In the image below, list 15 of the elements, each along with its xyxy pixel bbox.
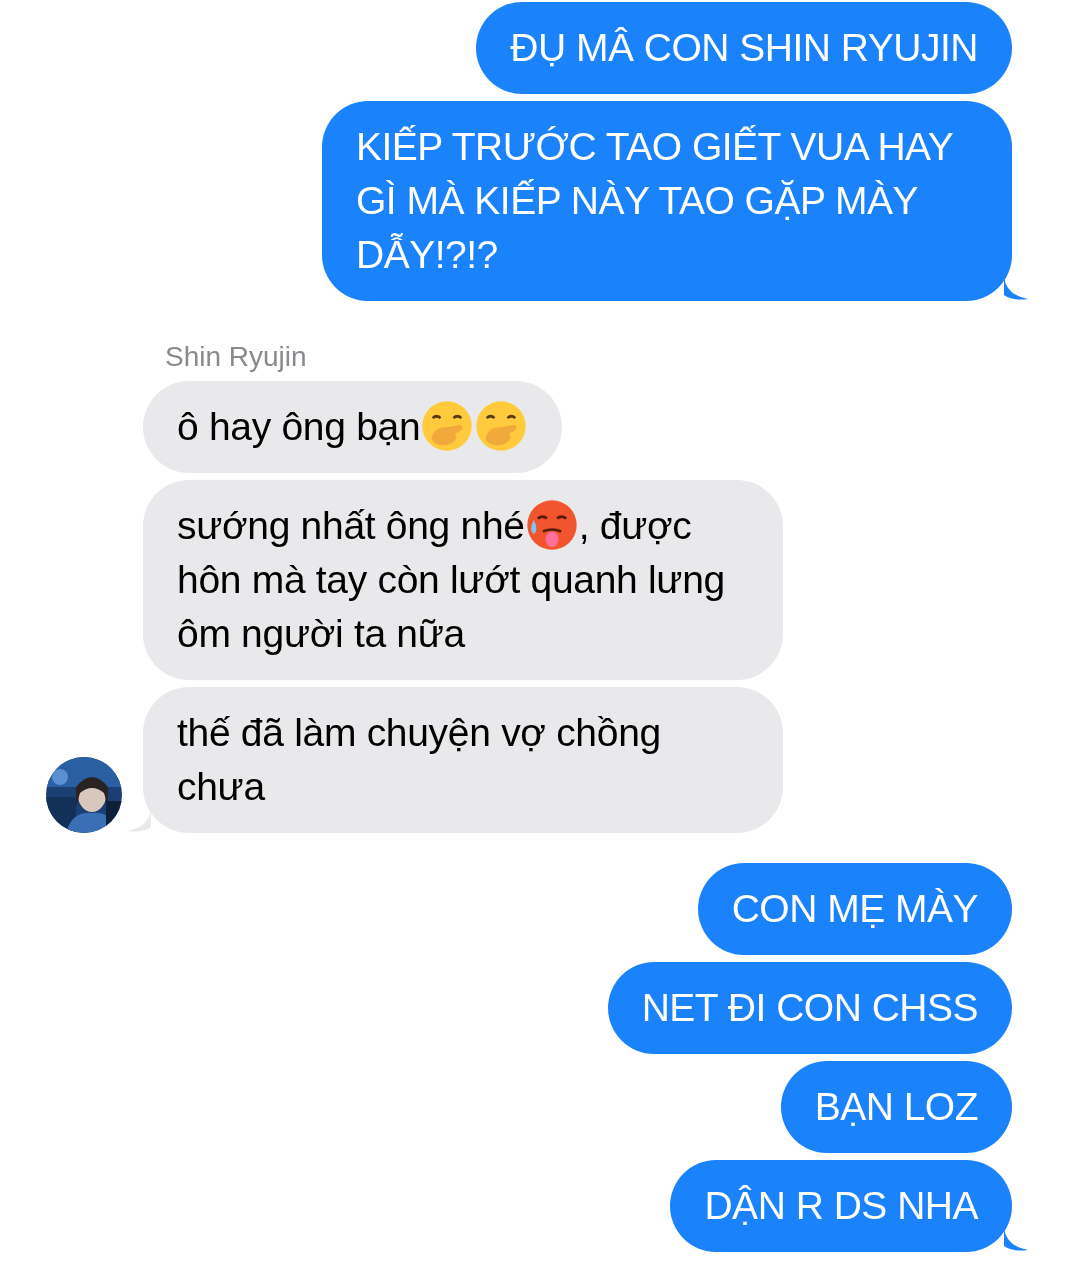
message-text: NET ĐI CON CHSS — [641, 986, 978, 1029]
message-text: KIẾP TRƯỚC TAO GIẾT VUA HAY GÌ MÀ KIẾP NÀY TAO GẶP MÀY DẪY!?!? — [356, 124, 954, 278]
message-text: DẬN R DS NHA — [704, 1184, 978, 1227]
sender-name: Shin Ryujin — [165, 341, 307, 373]
message-text: BẠN LOZ — [814, 1085, 978, 1128]
message-text: hôn mà tay còn lướt quanh lưng ôm người ta nữa — [177, 557, 726, 657]
message-text: ô hay ông bạn — [177, 405, 421, 448]
message-text: thế đã làm chuyện vợ chồng chưa — [177, 710, 662, 810]
message-text: CON MẸ MÀY — [731, 887, 978, 930]
emoji-icon — [475, 400, 528, 452]
emoji-icon — [421, 400, 474, 452]
message-text: sướng nhất ông nhé — [177, 504, 525, 547]
message-text: ĐỤ MÂ CON SHIN RYUJIN — [510, 26, 978, 69]
emoji-icon — [525, 499, 578, 551]
message-text: , được — [578, 504, 692, 547]
